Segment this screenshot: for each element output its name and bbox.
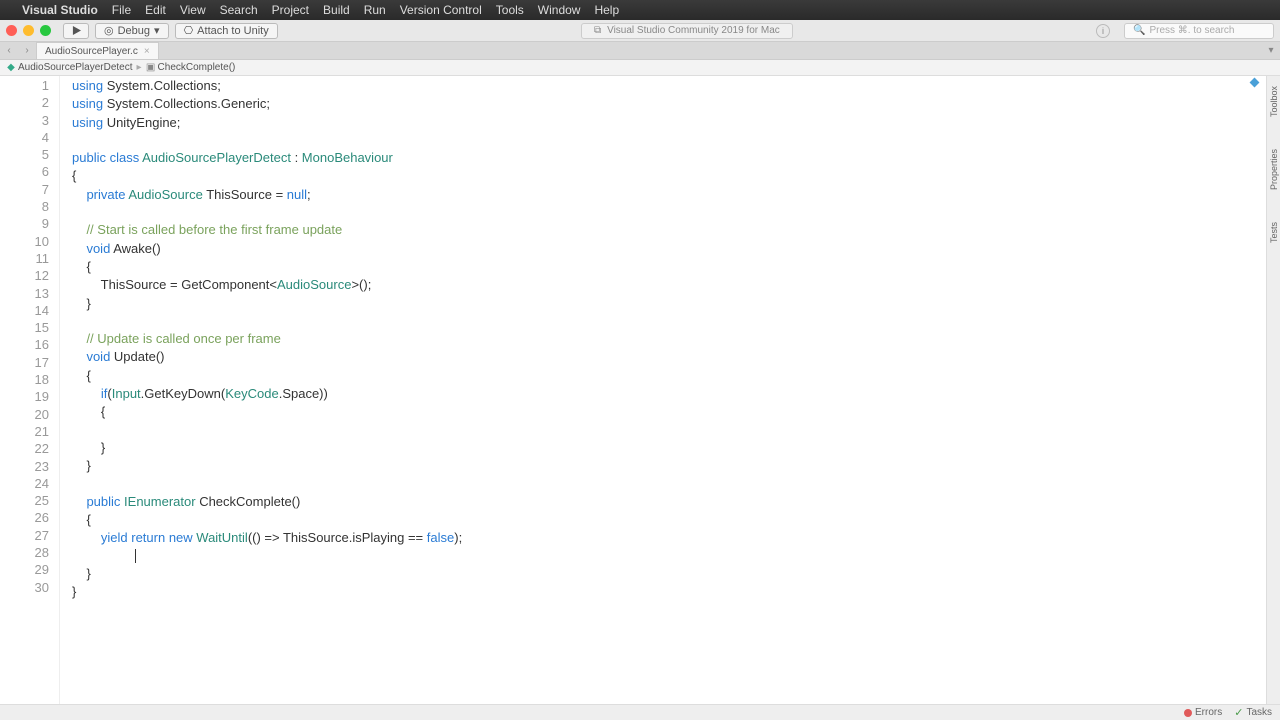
breadcrumb-separator-icon: ▸ [137, 62, 142, 73]
line-number: 9 [0, 215, 49, 232]
line-number: 26 [0, 509, 49, 526]
line-gutter: 1234567891011121314151617181920212223242… [0, 76, 60, 704]
line-number: 25 [0, 492, 49, 509]
line-number: 12 [0, 267, 49, 284]
line-number: 27 [0, 527, 49, 544]
target-icon: ◎ [104, 24, 114, 37]
line-number: 20 [0, 406, 49, 423]
nav-forward-icon[interactable]: › [18, 45, 36, 56]
status-errors[interactable]: Errors [1184, 707, 1222, 718]
line-number: 3 [0, 112, 49, 129]
panel-toolbox[interactable]: Toolbox [1269, 80, 1279, 123]
line-number: 8 [0, 198, 49, 215]
notifications-icon[interactable]: i [1096, 24, 1110, 38]
global-search[interactable]: 🔍 Press ⌘. to search [1124, 23, 1274, 39]
menu-run[interactable]: Run [364, 3, 386, 17]
line-number: 29 [0, 561, 49, 578]
line-number: 23 [0, 458, 49, 475]
search-placeholder: Press ⌘. to search [1149, 25, 1234, 36]
menu-version-control[interactable]: Version Control [400, 3, 482, 17]
minimize-window-icon[interactable] [23, 25, 34, 36]
side-panels: Toolbox Properties Tests [1266, 76, 1280, 704]
line-number: 13 [0, 285, 49, 302]
close-window-icon[interactable] [6, 25, 17, 36]
breadcrumb-method[interactable]: CheckComplete() [158, 62, 236, 73]
code-area[interactable]: using System.Collections; using System.C… [60, 76, 1266, 704]
line-number: 28 [0, 544, 49, 561]
line-number: 1 [0, 77, 49, 94]
device-icon: ⎔ [184, 24, 194, 37]
menu-build[interactable]: Build [323, 3, 350, 17]
line-number: 21 [0, 423, 49, 440]
tabstrip: ‹ › AudioSourcePlayer.c × ▾ [0, 42, 1280, 60]
menu-help[interactable]: Help [594, 3, 619, 17]
tab-audiosourceplayer[interactable]: AudioSourcePlayer.c × [36, 42, 159, 59]
toolbar: ◎ Debug ▾ ⎔ Attach to Unity ⧉ Visual Stu… [0, 20, 1280, 42]
status-tasks[interactable]: ✓ Tasks [1234, 706, 1272, 719]
line-number: 6 [0, 163, 49, 180]
line-number: 24 [0, 475, 49, 492]
chevron-down-icon: ▾ [154, 24, 160, 37]
editor: 1234567891011121314151617181920212223242… [0, 76, 1280, 704]
menu-edit[interactable]: Edit [145, 3, 166, 17]
line-number: 10 [0, 233, 49, 250]
ide-title: ⧉ Visual Studio Community 2019 for Mac [581, 23, 793, 39]
window-controls [6, 25, 51, 36]
config-attach[interactable]: ⎔ Attach to Unity [175, 23, 278, 39]
line-number: 14 [0, 302, 49, 319]
menu-project[interactable]: Project [272, 3, 309, 17]
panel-tests[interactable]: Tests [1269, 216, 1279, 249]
tabstrip-dropdown-icon[interactable]: ▾ [1262, 45, 1280, 56]
line-number: 19 [0, 388, 49, 405]
menu-view[interactable]: View [180, 3, 206, 17]
menu-window[interactable]: Window [538, 3, 581, 17]
method-icon: ▣ [146, 63, 156, 73]
mac-menubar: Visual Studio File Edit View Search Proj… [0, 0, 1280, 20]
panel-properties[interactable]: Properties [1269, 143, 1279, 196]
line-number: 30 [0, 579, 49, 596]
vs-icon: ⧉ [594, 25, 601, 36]
config-debug-label: Debug [118, 25, 150, 37]
menu-file[interactable]: File [112, 3, 131, 17]
tab-label: AudioSourcePlayer.c [45, 46, 138, 57]
menu-tools[interactable]: Tools [496, 3, 524, 17]
status-tasks-label: Tasks [1246, 707, 1272, 718]
line-number: 18 [0, 371, 49, 388]
line-number: 22 [0, 440, 49, 457]
statusbar: Errors ✓ Tasks [0, 704, 1280, 720]
line-number: 5 [0, 146, 49, 163]
run-button[interactable] [63, 23, 89, 39]
line-number: 15 [0, 319, 49, 336]
status-errors-label: Errors [1195, 707, 1222, 718]
text-cursor [135, 549, 136, 563]
maximize-window-icon[interactable] [40, 25, 51, 36]
menu-search[interactable]: Search [220, 3, 258, 17]
error-icon [1184, 709, 1192, 717]
check-icon: ✓ [1234, 706, 1243, 719]
line-number: 7 [0, 181, 49, 198]
config-debug[interactable]: ◎ Debug ▾ [95, 23, 169, 39]
nav-back-icon[interactable]: ‹ [0, 45, 18, 56]
search-icon: 🔍 [1133, 25, 1145, 36]
line-number: 16 [0, 336, 49, 353]
line-number: 11 [0, 250, 49, 267]
breadcrumb: ◆ AudioSourcePlayerDetect ▸ ▣ CheckCompl… [0, 60, 1280, 76]
app-menu[interactable]: Visual Studio [22, 3, 98, 17]
line-number: 4 [0, 129, 49, 146]
class-icon: ◆ [6, 63, 16, 73]
config-attach-label: Attach to Unity [197, 25, 269, 37]
ide-title-label: Visual Studio Community 2019 for Mac [607, 25, 780, 36]
line-number: 2 [0, 94, 49, 111]
line-number: 17 [0, 354, 49, 371]
breadcrumb-class[interactable]: AudioSourcePlayerDetect [18, 62, 133, 73]
tab-close-icon[interactable]: × [144, 46, 150, 57]
